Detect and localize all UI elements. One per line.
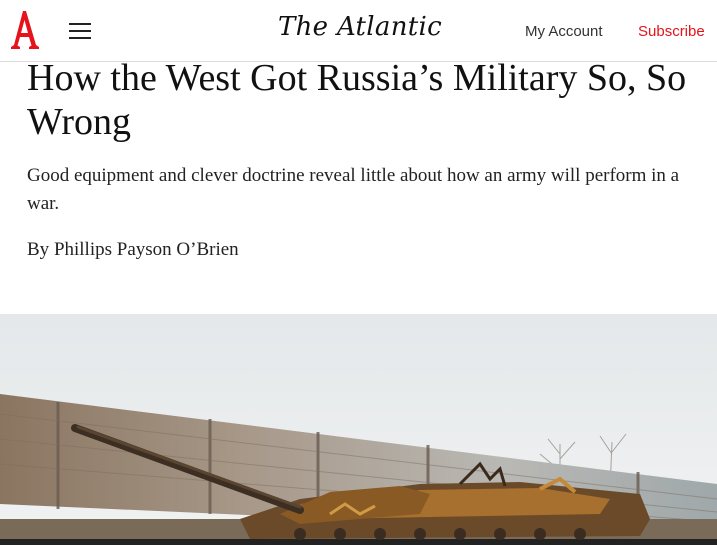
hero-image bbox=[0, 314, 717, 545]
my-account-link[interactable]: My Account bbox=[525, 23, 603, 40]
menu-line bbox=[69, 37, 91, 39]
destroyed-tank-photo bbox=[0, 314, 717, 545]
article-headline: How the West Got Russia’s Military So, S… bbox=[27, 57, 687, 143]
article-byline: By Phillips Payson O’Brien bbox=[27, 237, 239, 263]
author-link[interactable]: Phillips Payson O’Brien bbox=[54, 239, 239, 260]
byline-prefix: By bbox=[27, 239, 54, 260]
article-dek: Good equipment and clever doctrine revea… bbox=[27, 165, 680, 214]
atlantic-a-logo-icon[interactable] bbox=[10, 9, 40, 51]
site-wordmark[interactable]: The Atlantic bbox=[240, 12, 480, 42]
menu-line bbox=[69, 23, 91, 25]
subscribe-link[interactable]: Subscribe bbox=[638, 23, 705, 40]
hamburger-menu-icon[interactable] bbox=[69, 23, 91, 39]
site-header: The Atlantic My Account Subscribe bbox=[0, 0, 717, 62]
menu-line bbox=[69, 30, 91, 32]
